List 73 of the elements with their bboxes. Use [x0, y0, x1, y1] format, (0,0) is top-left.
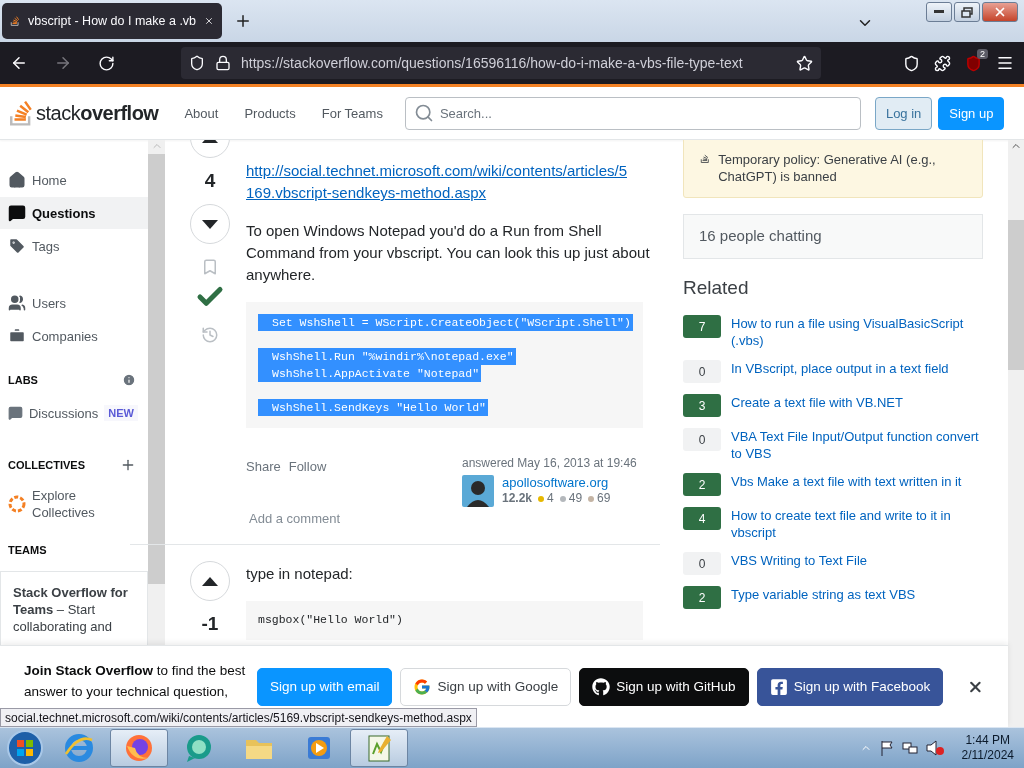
url-text: https://stackoverflow.com/questions/16596116/how-do-i-make-a-vbs-file-type-text	[241, 55, 744, 71]
clock-date: 2/11/2024	[961, 748, 1014, 763]
badge-count: 49	[568, 491, 583, 506]
chat-panel[interactable]: 16 people chatting	[683, 214, 983, 259]
related-link[interactable]: VBS Writing to Text File	[731, 552, 868, 569]
banner-text: Join Stack Overflow to find the best answer to your technical question,	[24, 661, 247, 701]
address-bar[interactable]: https://stackoverflow.com/questions/16596116/how-do-i-make-a-vbs-file-type-text	[181, 47, 821, 79]
nav-link[interactable]: About	[174, 99, 229, 127]
related-link[interactable]: Type variable string as text VBS	[731, 586, 916, 603]
related-link[interactable]: Vbs Make a text file with text written in it	[731, 473, 962, 490]
sidebar-label: Users	[32, 295, 66, 311]
vote-score: -1	[201, 612, 219, 636]
stackoverflow-logo[interactable]: stackoverflow	[8, 98, 159, 128]
add-comment-link[interactable]: Add a comment	[246, 508, 344, 529]
related-link[interactable]: Create a text file with VB.NET	[731, 394, 903, 411]
related-score: 7	[683, 315, 721, 338]
reputation: 12.2k	[502, 491, 533, 506]
code-line: msgbox("Hello World")	[258, 612, 404, 628]
badge-count: 69	[597, 491, 611, 506]
related-score: 0	[683, 360, 721, 383]
related-score: 2	[683, 473, 721, 496]
signup-option-button[interactable]: Sign up with GitHub	[579, 667, 749, 706]
sidebar-label: Questions	[32, 205, 96, 221]
sidebar-label: Home	[32, 172, 67, 188]
extension-badge: 2	[977, 48, 988, 59]
related-score: 0	[683, 552, 721, 575]
sidebar-item[interactable]: Home	[0, 164, 148, 196]
status-link-text: social.technet.microsoft.com/wiki/contents/articles/5169.vbscript-sendkeys-method.aspx	[0, 708, 477, 727]
signup-option-button[interactable]: Sign up with Google	[400, 667, 572, 706]
badge-count: 4	[547, 491, 554, 506]
notice-text: Temporary policy: Generative AI (e.g., ChatGPT) is banned	[718, 151, 937, 185]
login-button[interactable]: Log in	[874, 96, 933, 130]
sidebar-item[interactable]: Discussions NEW	[0, 397, 148, 429]
clock-time: 1:44 PM	[965, 733, 1011, 748]
sidebar-label: Explore Collectives	[32, 487, 96, 521]
sidebar-item[interactable]: Questions	[0, 197, 148, 229]
related-heading: Related	[683, 277, 750, 299]
sidebar-label: Tags	[32, 238, 60, 254]
sidebar-label: Discussions	[28, 405, 99, 421]
section-heading: TEAMS	[8, 544, 47, 556]
user-name[interactable]: apollosoftware.org	[502, 475, 609, 490]
new-badge: NEW	[104, 405, 138, 421]
related-link[interactable]: How to create text file and write to it in vbscript	[731, 507, 983, 541]
vote-score: 4	[204, 169, 216, 193]
section-heading: LABS	[8, 374, 38, 386]
sidebar-item[interactable]: Tags	[0, 230, 148, 262]
sidebar-label: Companies	[32, 328, 98, 344]
sidebar-item[interactable]: Companies	[0, 320, 148, 352]
logo-text: stackoverflow	[36, 101, 159, 125]
section-heading: COLLECTIVES	[8, 459, 85, 471]
signup-option-button[interactable]: Sign up with Facebook	[756, 667, 944, 706]
chat-text: 16 people chatting	[699, 227, 822, 244]
related-score: 4	[683, 507, 721, 530]
related-link[interactable]: In VBscript, place output in a text field	[731, 360, 949, 377]
post-action-link[interactable]: Follow	[288, 456, 327, 507]
related-link[interactable]: How to run a file using VisualBasicScript (.vbs)	[731, 315, 983, 349]
tab-title: vbscript - How do I make a .vb	[27, 14, 197, 28]
post-action-link[interactable]: Share	[246, 456, 281, 507]
browser-tab[interactable]: vbscript - How do I make a .vb	[2, 3, 222, 39]
answer-text: To open Windows Notepad you'd do a Run from Shell Command from your vbscript. You can look this up just about anywhere.	[246, 221, 651, 285]
sidebar-item[interactable]: Explore Collectives	[0, 482, 148, 526]
related-score: 0	[683, 428, 721, 451]
answer-text: type in notepad:	[246, 564, 354, 584]
article-link[interactable]: http://social.technet.microsoft.com/wiki/contents/articles/5169.vbscript-sendkeys-method.aspx	[246, 160, 631, 204]
nav-link[interactable]: Products	[234, 99, 306, 127]
search-field[interactable]: Search...	[404, 96, 861, 130]
answered-date: answered May 16, 2013 at 19:46	[462, 456, 638, 471]
nav-link[interactable]: For Teams	[311, 99, 393, 127]
related-score: 3	[683, 394, 721, 417]
teams-text: Stack Overflow for Teams – Start collaborating and	[13, 585, 128, 634]
sidebar-item[interactable]: Users	[0, 287, 148, 319]
related-score: 2	[683, 586, 721, 609]
related-link[interactable]: VBA Text File Input/Output function convert to VBS	[731, 428, 983, 462]
